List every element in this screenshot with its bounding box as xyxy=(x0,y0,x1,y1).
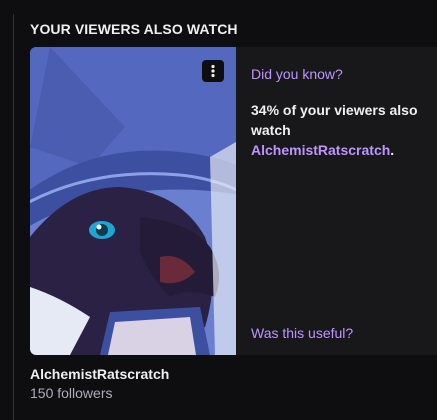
card-info: Did you know? 34% of your viewers also w… xyxy=(251,47,431,355)
more-options-button[interactable] xyxy=(202,60,224,82)
divider xyxy=(13,14,14,420)
overlap-fact: 34% of your viewers also watch Alchemist… xyxy=(251,100,431,160)
fact-text: 34% of your viewers also watch xyxy=(251,102,418,138)
channel-name-link[interactable]: AlchemistRatscratch xyxy=(30,366,169,382)
fact-suffix: . xyxy=(390,142,395,158)
section-title: YOUR VIEWERS ALSO WATCH xyxy=(30,21,238,37)
recommendation-card: Did you know? 34% of your viewers also w… xyxy=(30,47,437,355)
viewers-also-watch-panel: YOUR VIEWERS ALSO WATCH Did you know? 34… xyxy=(0,0,437,420)
was-this-useful-link[interactable]: Was this useful? xyxy=(251,325,353,341)
vertical-ellipsis-icon xyxy=(211,64,215,78)
follower-count: 150 followers xyxy=(30,385,113,401)
did-you-know-label: Did you know? xyxy=(251,66,343,82)
channel-artwork xyxy=(30,47,236,355)
channel-thumbnail[interactable] xyxy=(30,47,236,355)
fact-channel-link[interactable]: AlchemistRatscratch xyxy=(251,142,390,158)
